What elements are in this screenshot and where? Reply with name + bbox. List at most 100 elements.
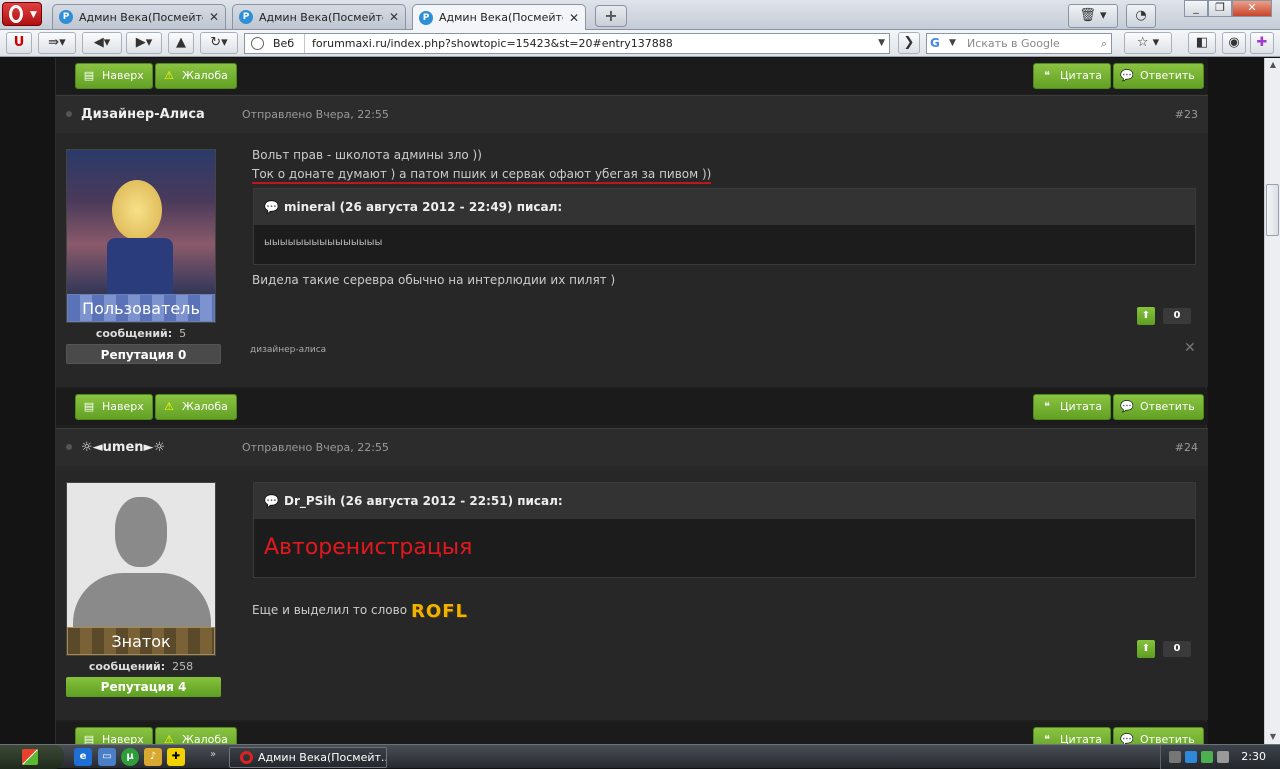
post-score: 0 <box>1163 641 1191 657</box>
close-tab-icon[interactable]: ✕ <box>389 10 399 24</box>
default-avatar-head-icon <box>115 497 167 567</box>
warning-icon: ⚠ <box>164 733 174 744</box>
system-tray: 2:30 <box>1160 745 1280 769</box>
address-bar[interactable]: Веб forummaxi.ru/index.php?showtopic=154… <box>244 33 890 54</box>
bookmark-button[interactable]: ☆ ▾ <box>1124 32 1172 54</box>
opera-menu-button[interactable]: ▼ <box>2 2 42 26</box>
post-author[interactable]: Дизайнер-Алиса <box>81 107 205 122</box>
browser-tab-2[interactable]: P Админ Века(Посмейтес... ✕ <box>232 4 406 29</box>
report-button[interactable]: ⚠ Жалоба <box>155 727 237 744</box>
scrollbar-thumb[interactable] <box>1266 184 1279 236</box>
volume-icon[interactable] <box>1201 751 1213 763</box>
quick-launch-expand-icon[interactable]: » <box>210 749 216 760</box>
minimize-button[interactable]: _ <box>1184 0 1208 17</box>
post-text-line: Еще и выделил то слово ROFL <box>252 601 468 622</box>
puzzle-icon: ✚ <box>1256 35 1268 50</box>
search-icon[interactable]: ⌕ <box>1101 34 1107 53</box>
scroll-down-icon[interactable]: ▼ <box>1266 730 1280 744</box>
vertical-scrollbar[interactable]: ▲ ▼ <box>1264 58 1280 744</box>
scroll-up-icon[interactable]: ▲ <box>1266 58 1280 72</box>
signature: дизайнер-алиса <box>250 345 327 355</box>
quote-bubble-icon: ❝ <box>1044 69 1050 82</box>
internet-explorer-icon[interactable]: e <box>74 748 92 766</box>
app-icon[interactable]: ✚ <box>167 748 185 766</box>
close-window-button[interactable]: ✕ <box>1232 0 1272 17</box>
page-viewport: ▤ Наверх ⚠ Жалоба ❝ Цитата 💬 Ответить Дизайн… <box>0 58 1264 744</box>
post-text-line: Вольт прав - школота админы зло )) <box>252 148 482 162</box>
browser-tab-1[interactable]: P Админ Века(Посмейтес... ✕ <box>52 4 226 29</box>
rofl-smiley: ROFL <box>411 601 468 622</box>
post-controls-row: ▤ Наверх ⚠ Жалоба ❝ Цитата 💬 Ответить <box>56 722 1208 744</box>
quote-body: ыыыыыыыыыыыыыыы <box>264 237 383 248</box>
quote-bubble-icon: ❝ <box>1044 400 1050 413</box>
post-number[interactable]: #23 <box>1175 108 1198 121</box>
forward-button[interactable]: ▶▾ <box>126 32 162 54</box>
report-button[interactable]: ⚠ Жалоба <box>155 394 237 420</box>
page-up-icon: ▤ <box>83 400 95 413</box>
close-tab-icon[interactable]: ✕ <box>569 11 579 25</box>
address-web-label[interactable]: Веб <box>245 34 305 53</box>
avatar[interactable]: Пользователь <box>66 149 216 323</box>
utorrent-icon[interactable]: µ <box>121 748 139 766</box>
vote-up-button[interactable]: ⬆ <box>1137 307 1155 325</box>
turbo-button[interactable]: ◉ <box>1222 32 1246 54</box>
opera-icon <box>240 751 253 764</box>
reply-bubble-icon: 💬 <box>1120 400 1134 413</box>
quote-button[interactable]: ❝ Цитата <box>1033 394 1111 420</box>
trash-button[interactable]: 🗑 ▾ <box>1068 4 1118 28</box>
taskbar-task-opera[interactable]: Админ Века(Посмейт... <box>229 747 387 768</box>
speech-bubbles-icon: 💬 <box>264 494 279 508</box>
keyboard-icon[interactable] <box>1217 751 1229 763</box>
quote-button[interactable]: ❝ Цитата <box>1033 727 1111 744</box>
vote-up-button[interactable]: ⬆ <box>1137 640 1155 658</box>
up-button[interactable]: ▲ <box>168 32 194 54</box>
close-tab-icon[interactable]: ✕ <box>209 10 219 24</box>
back-button[interactable]: ◀▾ <box>82 32 122 54</box>
tab-title: Админ Века(Посмейтес... <box>439 11 563 24</box>
post-header: Дизайнер-Алиса Отправлено Вчера, 22:55 #… <box>56 95 1208 133</box>
address-dropdown-icon[interactable]: ▼ <box>878 34 885 53</box>
post-header: ☼◄umen►☼ Отправлено Вчера, 22:55 #24 <box>56 428 1208 466</box>
extensions-button[interactable]: ✚ <box>1250 32 1274 54</box>
close-icon[interactable]: ✕ <box>1184 340 1196 356</box>
panel-icon: ◧ <box>1195 35 1209 50</box>
tray-icon[interactable] <box>1169 751 1181 763</box>
new-tab-button[interactable]: + <box>595 5 627 27</box>
go-button[interactable]: ❯ <box>898 32 920 54</box>
search-engine-dropdown-icon[interactable]: ▼ <box>949 34 956 53</box>
history-clock-button[interactable]: ◔ <box>1126 4 1156 28</box>
show-desktop-icon[interactable]: ▭ <box>98 748 116 766</box>
report-button[interactable]: ⚠ Жалоба <box>155 63 237 89</box>
post-number[interactable]: #24 <box>1175 441 1198 454</box>
reputation-badge: Репутация 4 <box>66 677 221 697</box>
avatar-figure <box>112 180 162 240</box>
address-url[interactable]: forummaxi.ru/index.php?showtopic=15423&s… <box>312 34 673 53</box>
fast-forward-button[interactable]: ⇛▾ <box>38 32 76 54</box>
post-author[interactable]: ☼◄umen►☼ <box>81 440 165 455</box>
avatar[interactable]: Знаток <box>66 482 216 656</box>
opera-unite-icon[interactable]: U <box>6 32 32 54</box>
search-placeholder: Искать в Google <box>967 37 1060 50</box>
taskbar-clock[interactable]: 2:30 <box>1241 750 1266 763</box>
reply-button[interactable]: 💬 Ответить <box>1113 394 1204 420</box>
top-button[interactable]: ▤ Наверх <box>75 394 153 420</box>
quote-button[interactable]: ❝ Цитата <box>1033 63 1111 89</box>
warning-icon: ⚠ <box>164 400 174 413</box>
reload-button[interactable]: ↻▾ <box>200 32 238 54</box>
network-icon[interactable] <box>1185 751 1197 763</box>
reply-button[interactable]: 💬 Ответить <box>1113 727 1204 744</box>
site-favicon-icon: P <box>239 10 253 24</box>
reply-button[interactable]: 💬 Ответить <box>1113 63 1204 89</box>
post-date: Отправлено Вчера, 22:55 <box>242 108 389 121</box>
site-favicon-icon: P <box>419 10 433 25</box>
top-button[interactable]: ▤ Наверх <box>75 63 153 89</box>
search-field[interactable]: G ▼ Искать в Google ⌕ <box>926 33 1112 54</box>
media-icon[interactable]: ♪ <box>144 748 162 766</box>
panel-button[interactable]: ◧ <box>1188 32 1216 54</box>
browser-tab-3[interactable]: P Админ Века(Посмейтес... ✕ <box>412 4 586 30</box>
restore-button[interactable]: ❐ <box>1208 0 1232 17</box>
tab-bar: ▼ P Админ Века(Посмейтес... ✕ P Админ Ве… <box>0 0 1280 30</box>
post-text-underlined: Ток о донате думают ) а патом пшик и сер… <box>252 167 712 184</box>
top-button[interactable]: ▤ Наверх <box>75 727 153 744</box>
start-button[interactable] <box>0 745 64 769</box>
